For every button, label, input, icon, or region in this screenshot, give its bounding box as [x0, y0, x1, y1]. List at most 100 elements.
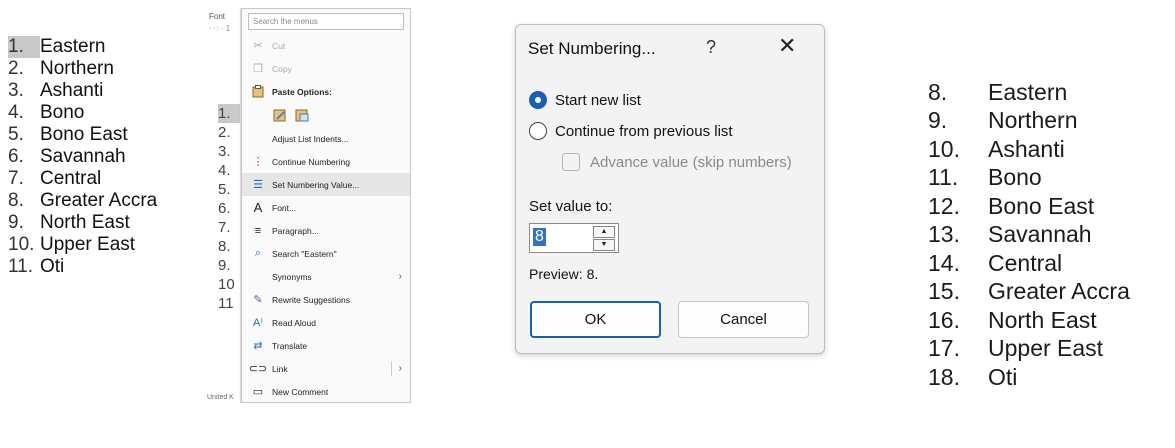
list-item[interactable]: 4. Bono	[8, 102, 157, 124]
radio-selected-icon[interactable]	[529, 91, 547, 109]
speaker-icon: A⁾	[252, 317, 264, 329]
list-item[interactable]: 2. Northern	[8, 58, 157, 80]
list-item: 9. Northern	[928, 107, 1130, 136]
status-bar-language: United K	[207, 394, 234, 401]
list-text: Savannah	[988, 221, 1092, 248]
list-text: Ashanti	[40, 80, 104, 101]
value-spinner[interactable]: 8 ▲ ▼	[529, 223, 619, 253]
original-numbered-list: 1. Eastern 2. Northern 3. Ashanti 4. Bono 5.…	[8, 36, 157, 278]
list-number: 13.	[928, 221, 960, 248]
list-item[interactable]: 10. Upper East	[8, 234, 157, 256]
list-item[interactable]: 11. Oti	[8, 256, 157, 278]
list-item: 15. Greater Accra	[928, 278, 1130, 307]
list-number: 5.	[8, 124, 24, 145]
spin-up-icon[interactable]: ▲	[593, 226, 615, 238]
menu-item-rewrite-suggestions[interactable]: ✎ Rewrite Suggestions	[242, 288, 410, 311]
list-text: Greater Accra	[40, 190, 158, 211]
menu-item-label: New Comment	[272, 386, 329, 397]
help-button[interactable]: ?	[706, 37, 716, 58]
list-item: 14. Central	[928, 249, 1130, 278]
menu-item-link[interactable]: ⊂⊃ Link ›	[242, 357, 410, 380]
doc-list-number: 9.	[218, 257, 231, 274]
menu-item-label: Search "Eastern"	[272, 248, 337, 259]
renumbered-list: 8. Eastern 9. Northern 10. Ashanti 11. Bono …	[928, 78, 1130, 392]
list-text: Upper East	[40, 234, 136, 255]
paste-keep-formatting-icon[interactable]	[272, 107, 288, 123]
doc-list-number: 8.	[218, 238, 231, 255]
list-item[interactable]: 5. Bono East	[8, 124, 157, 146]
menu-item-set-numbering-value[interactable]: ☰ Set Numbering Value...	[242, 173, 410, 196]
link-icon: ⊂⊃	[248, 363, 268, 375]
list-number: 1.	[8, 36, 40, 58]
list-text: Eastern	[988, 78, 1068, 105]
list-number: 2.	[8, 58, 24, 79]
menu-item-read-aloud[interactable]: A⁾ Read Aloud	[242, 311, 410, 334]
radio-unselected-icon[interactable]	[529, 122, 547, 140]
menu-item-continue-numbering[interactable]: ⋮ Continue Numbering	[242, 150, 410, 173]
menu-item-label: Set Numbering Value...	[272, 179, 360, 190]
menu-item-label: Synonyms	[272, 271, 312, 282]
doc-list-number: 10	[218, 276, 235, 293]
menu-search-input[interactable]: Search the menus	[248, 13, 404, 30]
list-text: Oti	[988, 363, 1018, 390]
list-number: 16.	[928, 306, 960, 333]
ribbon-font-label: Font	[209, 12, 226, 21]
menu-item-new-comment[interactable]: ▭ New Comment	[242, 380, 410, 403]
list-item[interactable]: 8. Greater Accra	[8, 190, 157, 212]
list-text: Savannah	[40, 146, 126, 167]
list-text: Bono East	[988, 192, 1095, 219]
menu-item-paragraph[interactable]: ≡ Paragraph...	[242, 219, 410, 242]
clipboard-icon	[250, 84, 266, 100]
list-number: 9.	[8, 212, 24, 233]
context-menu: Search the menus ✂ Cut ❐ Copy Paste Opti…	[241, 8, 411, 403]
option-label: Continue from previous list	[555, 122, 733, 140]
menu-item-search[interactable]: ⌕ Search "Eastern"	[242, 242, 410, 265]
menu-item-copy[interactable]: ❐ Copy	[242, 57, 410, 80]
list-item: 8. Eastern	[928, 78, 1130, 107]
menu-item-cut[interactable]: ✂ Cut	[242, 34, 410, 57]
list-item: 13. Savannah	[928, 221, 1130, 250]
menu-item-adjust-list-indents[interactable]: Adjust List Indents...	[242, 127, 410, 150]
list-item[interactable]: 6. Savannah	[8, 146, 157, 168]
start-new-list-option[interactable]: Start new list	[529, 91, 641, 109]
list-text: Bono	[988, 164, 1042, 191]
paste-options-row	[242, 103, 410, 127]
list-number: 15.	[928, 278, 960, 305]
menu-item-translate[interactable]: ⇄ Translate	[242, 334, 410, 357]
cancel-button[interactable]: Cancel	[678, 301, 809, 338]
list-text: North East	[988, 306, 1097, 333]
menu-item-label: Paste Options:	[272, 86, 332, 97]
doc-list-number: 2.	[218, 124, 231, 141]
list-item[interactable]: 3. Ashanti	[8, 80, 157, 102]
list-text: Bono East	[40, 124, 128, 145]
ok-button[interactable]: OK	[530, 301, 661, 338]
value-field[interactable]: 8	[533, 228, 546, 246]
list-number: 11.	[928, 164, 959, 191]
menu-item-synonyms[interactable]: Synonyms ›	[242, 265, 410, 288]
list-number: 11.	[8, 256, 34, 277]
menu-item-font[interactable]: A Font...	[242, 196, 410, 219]
doc-list-number: 5.	[218, 181, 231, 198]
list-number: 10.	[928, 135, 960, 162]
chevron-right-icon: ›	[398, 271, 402, 282]
list-text: Eastern	[40, 36, 106, 57]
preview-text: Preview: 8.	[529, 266, 599, 282]
paragraph-icon: ≡	[254, 224, 262, 237]
option-label: Start new list	[555, 91, 641, 109]
close-icon[interactable]: ✕	[778, 33, 796, 59]
paste-picture-icon[interactable]	[294, 107, 310, 123]
spinner-buttons: ▲ ▼	[593, 226, 615, 251]
chevron-right-icon[interactable]: ›	[399, 363, 402, 374]
list-item[interactable]: 1. Eastern	[8, 36, 157, 58]
list-number: 4.	[8, 102, 24, 123]
list-item[interactable]: 9. North East	[8, 212, 157, 234]
set-value-label: Set value to:	[529, 198, 613, 215]
list-item[interactable]: 7. Central	[8, 168, 157, 190]
menu-item-label: Font...	[272, 202, 297, 213]
continue-list-option[interactable]: Continue from previous list	[529, 122, 733, 140]
spin-down-icon[interactable]: ▼	[593, 239, 615, 251]
copy-icon: ❐	[253, 63, 263, 75]
list-item: 17. Upper East	[928, 335, 1130, 364]
list-number: 7.	[8, 168, 24, 189]
option-label: Advance value (skip numbers)	[590, 153, 792, 171]
